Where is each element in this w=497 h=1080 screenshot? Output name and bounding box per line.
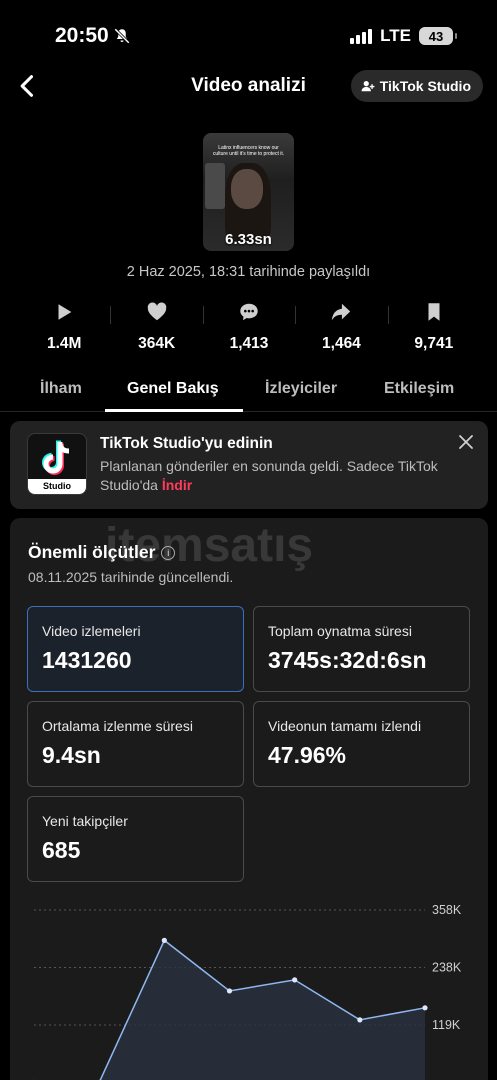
chart-point: [357, 1017, 363, 1023]
comment-icon: [240, 303, 258, 321]
stat-value: 9,741: [414, 335, 454, 352]
share-icon: [332, 303, 351, 321]
stat-bookmarks: 9,741: [387, 296, 480, 358]
metric-card-avg-watch[interactable]: Ortalama izlenme süresi 9.4sn: [27, 701, 244, 787]
metric-label: Video izlemeleri: [42, 623, 141, 639]
metric-card-new-followers[interactable]: Yeni takipçiler 685: [27, 796, 244, 882]
info-icon[interactable]: i: [161, 545, 176, 560]
metric-card-full-watched[interactable]: Videonun tamamı izlendi 47.96%: [253, 701, 470, 787]
battery-icon: 43: [419, 27, 457, 45]
stat-views: 1.4M: [18, 296, 110, 358]
video-caption: Latinx influencers know our culture unti…: [212, 145, 285, 157]
tiktok-studio-label: TikTok Studio: [379, 78, 471, 94]
chart-y-tick-label: 238K: [432, 961, 462, 975]
thumb-face: [231, 169, 263, 209]
metric-value: 3745s:32d:6sn: [268, 647, 427, 673]
top-nav: Video analizi TikTok Studio: [0, 66, 497, 108]
promo-text: Planlanan gönderiler en sonunda geldi. S…: [100, 458, 438, 493]
metric-value: 1431260: [42, 647, 132, 673]
video-thumbnail[interactable]: Latinx influencers know our culture unti…: [203, 133, 294, 251]
metric-label: Yeni takipçiler: [42, 813, 128, 829]
thumb-window: [205, 163, 225, 209]
stats-row: 1.4M 364K 1,413 1,464 9,741: [18, 296, 480, 358]
active-tab-indicator: [105, 409, 243, 412]
stat-value: 1.4M: [46, 335, 82, 352]
close-icon[interactable]: [458, 434, 474, 450]
metric-label: Videonun tamamı izlendi: [268, 718, 422, 734]
status-bar: 20:50 LTE 43: [0, 0, 497, 74]
metric-value: 685: [42, 837, 81, 863]
metric-value: 47.96%: [268, 742, 347, 768]
metric-label: Toplam oynatma süresi: [268, 623, 412, 639]
key-metrics-card: itemsatış Önemli ölçütler i 08.11.2025 t…: [10, 518, 488, 1080]
video-duration: 6.33sn: [225, 231, 272, 248]
status-time-group: 20:50: [55, 24, 131, 48]
bookmark-icon: [428, 303, 440, 321]
chart-point: [161, 937, 167, 943]
metrics-updated: 08.11.2025 tarihinde güncellendi.: [28, 569, 234, 585]
status-time: 20:50: [55, 24, 109, 47]
stat-shares: 1,464: [295, 296, 387, 358]
stat-comments: 1,413: [202, 296, 295, 358]
chart-y-tick-label: 119K: [432, 1018, 461, 1032]
chart-y-tick-label: 358K: [432, 903, 462, 917]
user-add-icon: [361, 81, 375, 92]
play-icon: [58, 304, 72, 320]
heart-icon: [147, 302, 166, 321]
metrics-title: Önemli ölçütler: [28, 542, 156, 562]
tab-etkilesim[interactable]: Etkileşim: [384, 380, 454, 398]
tab-ilham[interactable]: İlham: [40, 380, 82, 398]
tab-bar: İlham Genel Bakış İzleyiciler Etkileşim: [0, 372, 497, 412]
metric-label: Ortalama izlenme süresi: [42, 718, 193, 734]
network-label: LTE: [380, 26, 411, 45]
stat-value: 1,464: [322, 335, 361, 352]
metrics-heading: Önemli ölçütler i: [28, 542, 176, 563]
stat-value: 364K: [138, 335, 176, 352]
promo-title: TikTok Studio'yu edinin: [100, 435, 273, 452]
tiktok-note-icon: [42, 440, 70, 475]
chart-point: [226, 988, 233, 994]
studio-promo-card: Studio TikTok Studio'yu edinin Planlanan…: [10, 421, 488, 509]
tiktok-studio-button[interactable]: TikTok Studio: [350, 70, 483, 102]
download-link[interactable]: İndir: [162, 477, 192, 493]
signal-icon: [350, 28, 373, 44]
stat-value: 1,413: [229, 335, 269, 352]
chart-area: [100, 940, 425, 1080]
tiktok-studio-logo: Studio: [27, 433, 87, 495]
battery-level: 43: [428, 28, 444, 44]
chart-point: [292, 977, 298, 983]
bell-muted-icon: [113, 28, 130, 44]
metric-card-total-playtime[interactable]: Toplam oynatma süresi 3745s:32d:6sn: [253, 606, 470, 692]
stat-likes: 364K: [110, 296, 202, 358]
promo-description: Planlanan gönderiler en sonunda geldi. S…: [100, 457, 440, 495]
metric-card-views[interactable]: Video izlemeleri 1431260: [27, 606, 244, 692]
tab-genel-bakis[interactable]: Genel Bakış: [127, 380, 219, 398]
logo-label: Studio: [28, 479, 86, 494]
views-line-chart: 358K 238K 119K: [33, 903, 462, 1080]
metric-value: 9.4sn: [42, 742, 101, 768]
chart-point: [422, 1005, 428, 1011]
posted-date: 2 Haz 2025, 18:31 tarihinde paylaşıldı: [126, 264, 371, 280]
tab-izleyiciler[interactable]: İzleyiciler: [265, 380, 337, 398]
views-chart: 358K 238K 119K: [10, 898, 488, 1080]
